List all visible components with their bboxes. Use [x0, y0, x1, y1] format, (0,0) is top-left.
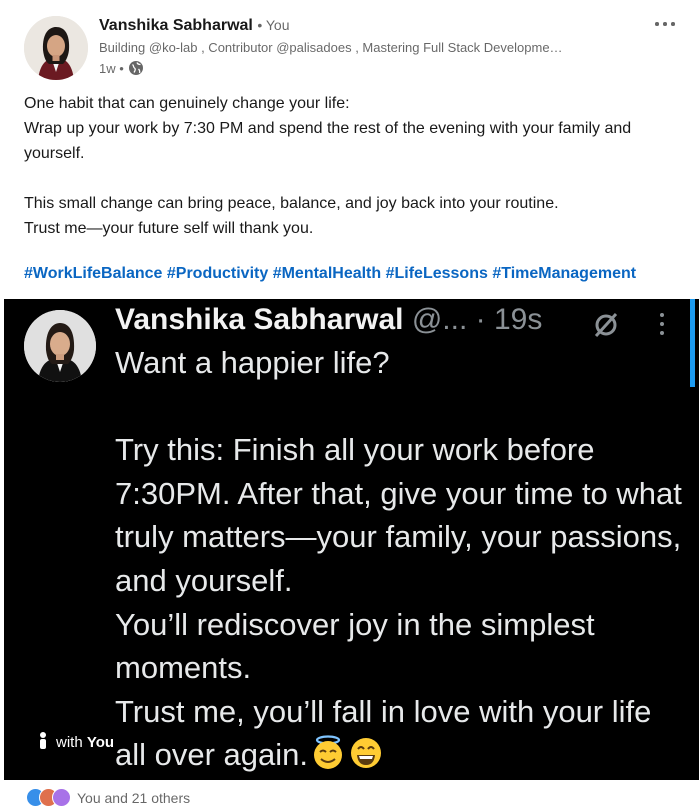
post-card: Vanshika Sabharwal • You Building @ko-la… [4, 0, 699, 807]
reaction-icons [26, 788, 71, 807]
post-text-line: One habit that can genuinely change your… [24, 95, 350, 112]
hashtag-link[interactable]: #MentalHealth [273, 265, 381, 282]
hashtag-link[interactable]: #TimeManagement [492, 265, 636, 282]
post-text: One habit that can genuinely change your… [24, 91, 679, 241]
person-icon [38, 731, 48, 753]
grok-icon [592, 311, 620, 339]
post-text-line: Wrap up your work by 7:30 PM and spend t… [24, 120, 632, 162]
tagged-people[interactable]: with You [38, 731, 114, 753]
more-options-icon[interactable] [653, 14, 677, 34]
tagged-prefix: with [56, 733, 83, 751]
tweet-time: 19s [493, 303, 543, 336]
author-name[interactable]: Vanshika Sabharwal [99, 17, 253, 34]
grinning-emoji-icon [348, 734, 384, 770]
tweet-line: Try this: Finish all your work before 7:… [115, 432, 682, 598]
post-meta: 1w • [99, 60, 144, 76]
tweet-scrollbar [690, 299, 695, 387]
post-age: 1w • [99, 60, 124, 76]
tweet-more-icon [659, 312, 665, 336]
author-you-tag: • You [257, 17, 290, 33]
post-text-line: This small change can bring peace, balan… [24, 195, 559, 212]
tweet-handle: @... [411, 303, 468, 336]
tweet-line: Want a happier life? [115, 345, 390, 380]
hashtags: #WorkLifeBalance #Productivity #MentalHe… [24, 265, 636, 283]
globe-icon [128, 60, 144, 76]
author-name-row[interactable]: Vanshika Sabharwal • You [99, 17, 289, 35]
reactions-summary[interactable]: You and 21 others [26, 788, 190, 807]
tweet-header: Vanshika Sabharwal @... · 19s [115, 303, 542, 337]
support-icon [52, 788, 71, 807]
post-image[interactable]: Vanshika Sabharwal @... · 19s Want a hap… [4, 299, 699, 780]
hashtag-link[interactable]: #WorkLifeBalance [24, 265, 162, 282]
post-text-line: Trust me—your future self will thank you… [24, 220, 314, 237]
tweet-body: Want a happier life? Try this: Finish al… [115, 341, 685, 777]
hashtag-link[interactable]: #Productivity [167, 265, 268, 282]
reactions-count[interactable]: You and 21 others [77, 790, 190, 806]
tweet-separator: · [475, 303, 486, 336]
hashtag-link[interactable]: #LifeLessons [386, 265, 488, 282]
smiling-halo-emoji-icon [310, 734, 346, 770]
author-headline: Building @ko-lab , Contributor @palisado… [99, 40, 563, 55]
tweet-line: You’ll rediscover joy in the simplest mo… [115, 606, 595, 686]
tagged-name: You [86, 733, 115, 751]
tweet-author-name: Vanshika Sabharwal [115, 303, 404, 336]
author-avatar[interactable] [24, 16, 88, 80]
tweet-avatar [24, 310, 96, 382]
